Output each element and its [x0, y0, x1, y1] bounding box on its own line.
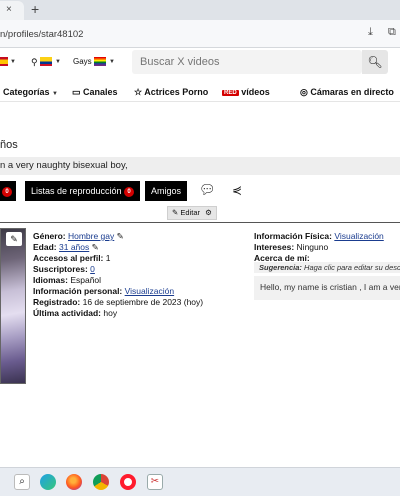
spain-flag-icon[interactable]	[0, 57, 8, 66]
browser-tab-strip: × +	[0, 0, 400, 20]
nav-categorias[interactable]: Categorías ▼	[3, 87, 58, 97]
info-row-subscribers: Suscriptores: 0	[33, 264, 95, 275]
suggestion-box[interactable]: Sugerencia: Haga clic para editar su des…	[254, 262, 400, 273]
info-label: Última actividad:	[33, 308, 102, 318]
chevron-down-icon[interactable]: ▼	[10, 59, 16, 65]
nav-camaras-label: Cámaras en directo	[310, 87, 394, 97]
info-row-interests: Intereses: Ninguno	[254, 242, 328, 253]
chevron-down-icon: ▼	[52, 91, 58, 97]
profile-photo[interactable]: ✎	[0, 228, 26, 384]
info-value-link[interactable]: Visualización	[125, 286, 174, 296]
info-row-personal: Información personal: Visualización	[33, 286, 174, 297]
firefox-icon[interactable]	[66, 474, 82, 490]
colombia-flag-icon[interactable]	[40, 57, 52, 66]
nav-camaras[interactable]: ◎ Cámaras en directo	[300, 87, 394, 98]
info-value: 1	[105, 253, 111, 263]
info-label: Edad:	[33, 242, 57, 252]
edit-label: Editar	[180, 208, 200, 217]
share-icon[interactable]: ⋞	[232, 183, 242, 197]
pencil-icon: ✎	[172, 208, 179, 217]
taskbar: ⌕ ✂	[0, 467, 400, 496]
profile-name: ños	[0, 139, 18, 151]
chevron-down-icon[interactable]: ▼	[109, 59, 115, 65]
info-value: Ninguno	[296, 242, 329, 252]
info-value-link[interactable]: 0	[90, 264, 95, 274]
info-value-link[interactable]: 31 años	[59, 242, 89, 252]
info-label: Información Física:	[254, 231, 332, 241]
info-value-link[interactable]: Visualización	[334, 231, 383, 241]
suggestion-text: Haga clic para editar su desc	[304, 263, 400, 272]
tab-count: 0	[2, 187, 12, 197]
camera-icon: ◎	[300, 87, 308, 97]
info-row-physical: Información Física: Visualización	[254, 231, 384, 242]
info-label: Género:	[33, 231, 66, 241]
pencil-icon[interactable]: ✎	[117, 231, 124, 241]
edit-photo-pencil-icon[interactable]: ✎	[6, 232, 22, 246]
info-label: Información personal:	[33, 286, 123, 296]
chrome-icon[interactable]	[93, 474, 109, 490]
tab-playlists[interactable]: Listas de reproducción 0	[25, 181, 141, 201]
info-value-link[interactable]: Hombre gay	[68, 231, 114, 241]
address-bar[interactable]: n/profiles/star48102 ⤓ ⧉	[0, 20, 400, 48]
search-input[interactable]	[132, 50, 352, 74]
tab-friends[interactable]: Amigos	[145, 181, 188, 201]
info-label: Accesos al perfil:	[33, 253, 104, 263]
location-pin-icon[interactable]: ⚲	[31, 57, 38, 68]
opera-icon[interactable]	[120, 474, 136, 490]
new-tab-button[interactable]: +	[31, 1, 39, 17]
info-row-views: Accesos al perfil: 1	[33, 253, 111, 264]
download-icon[interactable]: ⤓	[368, 26, 373, 39]
info-label: Intereses:	[254, 242, 295, 252]
info-value: Español	[70, 275, 102, 285]
info-label: Suscriptores:	[33, 264, 88, 274]
info-value: hoy	[103, 308, 118, 318]
main-nav: Categorías ▼ ▭ Canales ☆ Actrices Porno …	[0, 82, 400, 102]
close-tab-icon[interactable]: ×	[6, 4, 12, 15]
nav-actrices-label: Actrices Porno	[144, 87, 209, 97]
info-label: Registrado:	[33, 297, 81, 307]
star-icon: ☆	[134, 87, 143, 97]
browser-tab[interactable]: ×	[0, 1, 24, 20]
rainbow-flag-icon[interactable]	[94, 57, 106, 66]
search-icon[interactable]: ⌕	[14, 474, 30, 490]
chat-icon[interactable]: 💬︎	[199, 182, 216, 198]
suggestion-label: Sugerencia:	[259, 263, 302, 272]
info-row-gender: Género: Hombre gay ✎	[33, 231, 124, 242]
info-row-registered: Registrado: 16 de septiembre de 2023 (ho…	[33, 297, 203, 308]
nav-actrices[interactable]: ☆ Actrices Porno	[134, 87, 208, 98]
nav-red-videos-label: vídeos	[241, 87, 270, 97]
about-text-box[interactable]: Hello, my name is cristian , I am a very	[254, 276, 400, 300]
nav-canales-label: Canales	[83, 87, 118, 97]
edge-icon[interactable]	[40, 474, 56, 490]
nav-red-videos[interactable]: RED vídeos	[222, 87, 270, 97]
search-icon: 🔍︎	[367, 55, 383, 69]
pencil-icon[interactable]: ✎	[92, 242, 99, 252]
info-value: 16 de septiembre de 2023 (hoy)	[82, 297, 204, 307]
chevron-down-icon[interactable]: ▼	[55, 59, 61, 65]
info-row-last-activity: Última actividad: hoy	[33, 308, 117, 319]
divider	[0, 222, 400, 223]
search-box	[132, 50, 362, 74]
extensions-icon[interactable]: ⧉	[388, 26, 396, 39]
tab-count: 0	[124, 187, 135, 197]
tv-icon: ▭	[72, 87, 81, 97]
info-row-age: Edad: 31 años ✎	[33, 242, 99, 253]
info-row-languages: Idiomas: Español	[33, 275, 101, 286]
gays-selector-label[interactable]: Gays	[73, 57, 92, 66]
snipping-tool-icon[interactable]: ✂	[147, 474, 163, 490]
profile-bio: n a very naughty bisexual boy,	[0, 157, 400, 175]
nav-categorias-label: Categorías	[3, 87, 50, 97]
nav-canales[interactable]: ▭ Canales	[72, 87, 118, 98]
edit-button[interactable]: ✎ Editar ⚙	[167, 206, 217, 220]
tab-playlists-label: Listas de reproducción	[31, 186, 122, 196]
tab-videos[interactable]: 0	[0, 181, 16, 201]
info-label: Idiomas:	[33, 275, 68, 285]
profile-tabs: 0 Listas de reproducción 0 Amigos 💬︎ ⋞	[0, 181, 400, 201]
search-button[interactable]: 🔍︎	[362, 50, 388, 74]
tab-friends-label: Amigos	[151, 186, 182, 196]
url-text[interactable]: n/profiles/star48102	[0, 29, 83, 40]
red-badge: RED	[222, 90, 239, 96]
gear-icon[interactable]: ⚙	[205, 208, 212, 217]
